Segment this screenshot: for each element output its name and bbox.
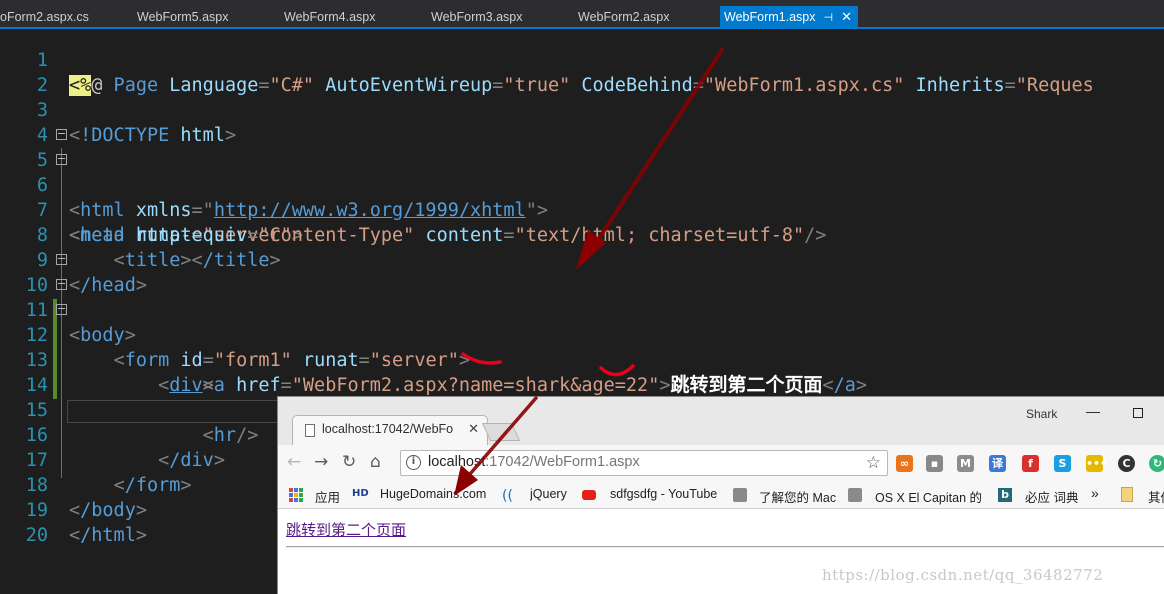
- bing-icon: b: [998, 488, 1012, 502]
- bookmark-apps[interactable]: 应用: [315, 487, 340, 506]
- code-line: 6 − <head runat="server">: [0, 148, 1164, 246]
- line-number: 20: [25, 525, 48, 546]
- apps-icon[interactable]: [289, 488, 303, 502]
- code-line: 12 − <div>: [0, 298, 1164, 396]
- gmail-ext-icon[interactable]: M: [957, 455, 974, 472]
- code-line: 2: [0, 48, 1164, 96]
- collapse-icon[interactable]: −: [56, 278, 67, 290]
- address-bar[interactable]: i localhost:17042/WebForm1.aspx ☆: [400, 450, 888, 476]
- c-ext-icon[interactable]: C: [1118, 455, 1135, 472]
- hd-icon: HD: [352, 488, 369, 499]
- bookmark-item[interactable]: sdfgsdfg - YouTube: [610, 487, 718, 501]
- browser-window: localhost:17042/WebFo ✕ Shark — ← → ↻ ⌂ …: [277, 396, 1164, 594]
- browser-titlebar: localhost:17042/WebFo ✕ Shark —: [278, 397, 1164, 445]
- bookmark-item[interactable]: OS X El Capitan 的: [875, 487, 985, 506]
- browser-tab-title: localhost:17042/WebFo: [322, 422, 454, 436]
- infinity-ext-icon[interactable]: ∞: [896, 455, 913, 472]
- collapse-icon[interactable]: −: [56, 253, 67, 265]
- address-url[interactable]: localhost:17042/WebForm1.aspx: [428, 454, 640, 470]
- code-line: 11 − <form id="form1" runat="server">: [0, 273, 1164, 371]
- browser-toolbar: ← → ↻ ⌂ i localhost:17042/WebForm1.aspx …: [278, 445, 1164, 481]
- page-link[interactable]: 跳转到第二个页面: [286, 519, 406, 540]
- code-line: 7 <meta http-equiv="Content-Type" conten…: [0, 173, 1164, 246]
- code-line: 5 − <html xmlns="http://www.w3.org/1999/…: [0, 123, 1164, 221]
- pin-icon[interactable]: ⊣: [823, 7, 833, 29]
- code-line: 4: [0, 98, 1164, 146]
- home-icon[interactable]: ⌂: [370, 452, 381, 472]
- more-bookmarks-icon[interactable]: »: [1091, 485, 1099, 501]
- editor-tab[interactable]: WebForm5.aspx: [137, 7, 228, 27]
- bookmark-item[interactable]: jQuery: [530, 487, 567, 501]
- editor-tab-strip: oForm2.aspx.cs WebForm5.aspx WebForm4.as…: [0, 0, 1164, 29]
- editor-tab[interactable]: oForm2.aspx.cs: [0, 7, 89, 27]
- translate-ext-icon[interactable]: 译: [989, 455, 1006, 472]
- flash-ext-icon[interactable]: f: [1022, 455, 1039, 472]
- bookmark-item[interactable]: 了解您的 Mac: [759, 487, 836, 506]
- horizontal-rule: [286, 546, 1164, 548]
- editor-tab-label: WebForm1.aspx: [724, 10, 816, 24]
- maximize-icon[interactable]: [1133, 408, 1143, 418]
- info-icon[interactable]: i: [406, 455, 421, 470]
- reload-icon[interactable]: ↻: [342, 452, 356, 472]
- youtube-icon: [582, 490, 596, 500]
- collapse-icon[interactable]: −: [56, 153, 67, 165]
- code-line: 3 <!DOCTYPE html>: [0, 73, 1164, 146]
- watermark: https://blog.csdn.net/qq_36482772: [822, 566, 1104, 584]
- editor-tab[interactable]: WebForm3.aspx: [431, 7, 522, 27]
- code-line: 15 <hr/>: [0, 373, 1164, 446]
- browser-tab[interactable]: localhost:17042/WebFo ✕: [292, 415, 488, 445]
- bookmark-item[interactable]: HugeDomains.com: [380, 487, 488, 501]
- code-line: 9 </head>: [0, 223, 1164, 296]
- bookmarks-bar: 应用 HD HugeDomains.com (( jQuery sdfgsdfg…: [278, 481, 1164, 509]
- editor-tab-active[interactable]: WebForm1.aspx ⊣ ✕: [720, 6, 858, 28]
- star-icon[interactable]: ☆: [866, 453, 881, 473]
- folder-icon: [1121, 487, 1133, 502]
- jquery-icon: ((: [502, 488, 513, 504]
- code-line: 8 <title></title>: [0, 198, 1164, 271]
- puzzle-ext-icon[interactable]: ▪: [926, 455, 943, 472]
- close-icon[interactable]: ✕: [841, 6, 852, 28]
- page-icon: [305, 424, 315, 437]
- chat-ext-icon[interactable]: •••: [1086, 455, 1107, 472]
- collapse-icon[interactable]: −: [56, 128, 67, 140]
- apple-icon: [733, 488, 747, 502]
- other-bookmarks[interactable]: 其他: [1148, 487, 1164, 506]
- refresh-ext-icon[interactable]: ↻: [1149, 455, 1164, 472]
- collapse-icon[interactable]: −: [56, 303, 67, 315]
- skype-ext-icon[interactable]: S: [1054, 455, 1071, 472]
- apple-icon: [848, 488, 862, 502]
- code-line: 10 − <body>: [0, 248, 1164, 346]
- profile-name[interactable]: Shark: [1026, 407, 1057, 421]
- editor-tab[interactable]: WebForm4.aspx: [284, 7, 375, 27]
- code-line: 1 <%@ Page Language="C#" AutoEventWireup…: [0, 29, 1164, 96]
- code-line: 13 <a href="WebForm2.aspx?name=shark&age…: [0, 323, 1164, 396]
- code-line: 14: [0, 348, 1164, 396]
- back-icon[interactable]: ←: [287, 452, 301, 472]
- close-icon[interactable]: ✕: [468, 421, 479, 437]
- editor-tab[interactable]: WebForm2.aspx: [578, 7, 669, 27]
- forward-icon[interactable]: →: [314, 452, 328, 472]
- minimize-icon[interactable]: —: [1086, 403, 1100, 419]
- bookmark-item[interactable]: 必应 词典: [1025, 487, 1078, 506]
